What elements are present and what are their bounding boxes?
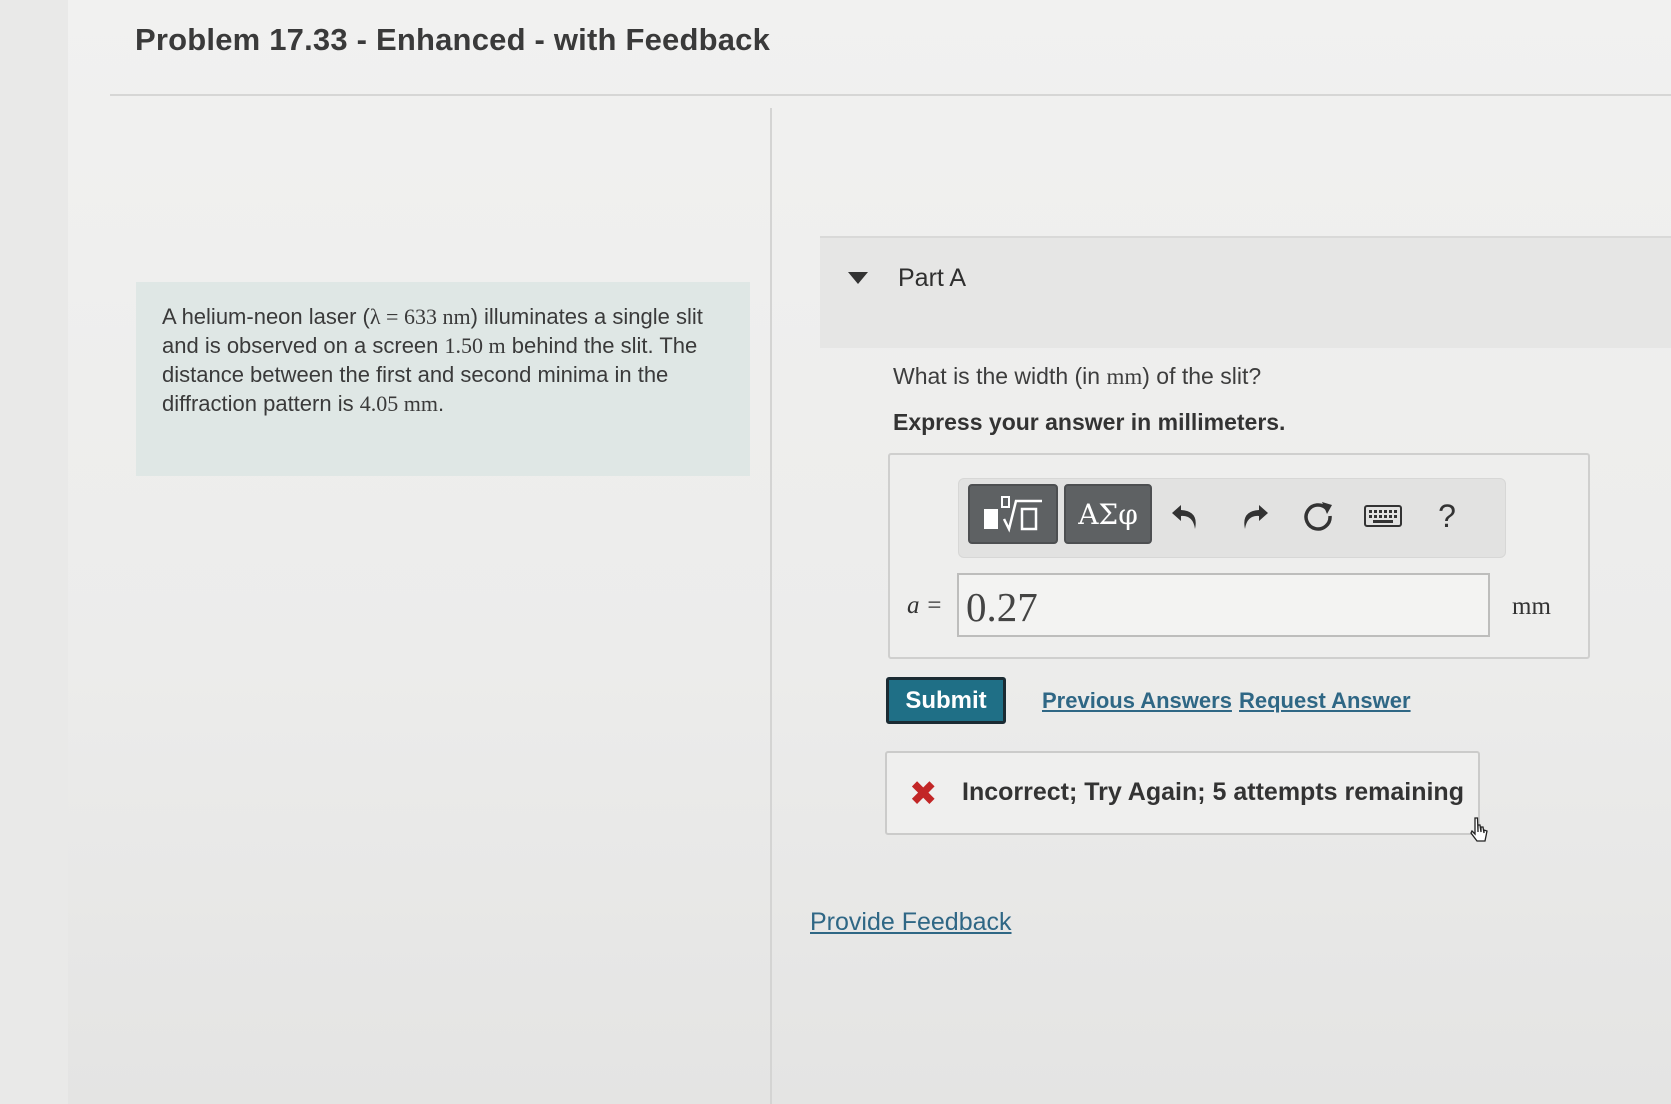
intro-text: . <box>437 391 445 416</box>
answer-variable-label: a = <box>907 592 943 619</box>
greek-symbols-button[interactable]: ΑΣφ <box>1064 484 1152 544</box>
request-answer-link[interactable]: Request Answer <box>1239 688 1411 714</box>
undo-icon[interactable] <box>1164 492 1208 540</box>
screen-distance-value: 1.50 m <box>444 333 506 358</box>
part-label[interactable]: Part A <box>898 264 966 293</box>
keyboard-icon[interactable] <box>1361 492 1405 540</box>
provide-feedback-link[interactable]: Provide Feedback <box>810 908 1012 937</box>
submit-button[interactable]: Submit <box>886 677 1006 724</box>
question-text: What is the width (in mm) of the slit? <box>893 363 1261 390</box>
answer-input[interactable] <box>957 573 1490 637</box>
templates-sqrt-icon[interactable] <box>968 484 1058 544</box>
reset-icon <box>1304 502 1332 531</box>
templates-sqrt-icon <box>984 496 1042 533</box>
collapse-arrow-icon[interactable] <box>848 272 868 284</box>
help-button[interactable]: ? <box>1425 492 1469 540</box>
feedback-message: Incorrect; Try Again; 5 attempts remaini… <box>962 778 1464 806</box>
intro-text: A helium-neon laser ( <box>162 304 370 329</box>
keyboard-icon <box>1364 505 1402 527</box>
answer-instruction: Express your answer in millimeters. <box>893 409 1286 435</box>
title-divider <box>110 94 1671 96</box>
question-unit: mm <box>1106 364 1143 389</box>
problem-statement: A helium-neon laser (λ = 633 nm) illumin… <box>136 282 750 476</box>
mouse-pointer-icon <box>1470 817 1488 842</box>
undo-icon <box>1172 505 1196 529</box>
problem-title: Problem 17.33 - Enhanced - with Feedback <box>135 22 771 57</box>
column-divider <box>770 108 772 1104</box>
question-text-part: What is the width (in <box>893 363 1107 389</box>
wavelength-value: λ = 633 nm <box>369 304 471 329</box>
question-text-part: ) of the slit? <box>1142 363 1262 389</box>
minima-distance-value: 4.05 mm <box>359 391 438 416</box>
answer-unit: mm <box>1512 593 1551 620</box>
reset-icon[interactable] <box>1296 492 1340 540</box>
redo-icon[interactable] <box>1232 492 1276 540</box>
x-icon: ✖ <box>909 775 938 813</box>
previous-answers-link[interactable]: Previous Answers <box>1042 688 1232 714</box>
redo-icon <box>1244 505 1268 529</box>
